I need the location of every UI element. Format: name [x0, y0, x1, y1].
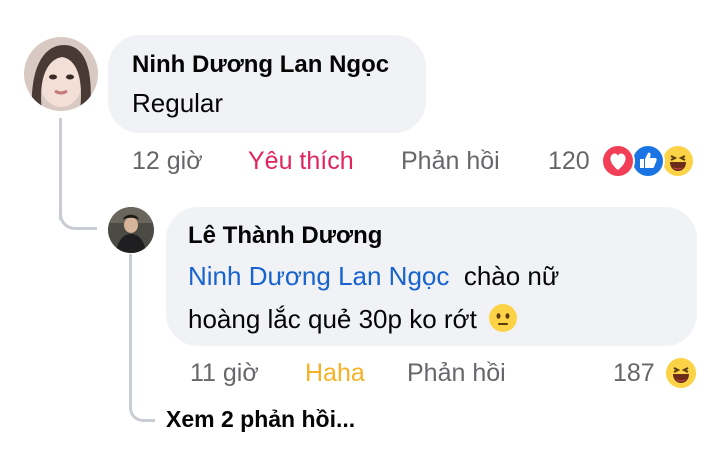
love-reaction-button[interactable]: Yêu thích [248, 147, 354, 176]
comment-author[interactable]: Ninh Dương Lan Ngọc [132, 51, 389, 79]
comment-bubble: Ninh Dương Lan Ngọc Regular [108, 35, 426, 133]
comment-bubble: Lê Thành Dương Ninh Dương Lan Ngọc chào … [166, 207, 697, 346]
avatar[interactable] [24, 37, 98, 111]
view-replies-link[interactable]: Xem 2 phản hồi... [166, 406, 355, 433]
avatar[interactable] [108, 207, 154, 253]
comment-text: hoàng lắc quẻ 30p ko rớt [188, 304, 477, 334]
like-reaction-icon [631, 144, 665, 178]
comment-text-line: hoàng lắc quẻ 30p ko rớt [188, 303, 518, 335]
neutral-face-emoji-icon [488, 303, 518, 333]
comment-text: Regular [132, 88, 224, 118]
thread-line-curve [59, 200, 97, 230]
comment-text: chào nữ [463, 261, 560, 291]
comment-timestamp[interactable]: 12 giờ [132, 147, 203, 176]
mention-link[interactable]: Ninh Dương Lan Ngọc [188, 261, 449, 291]
reply-button[interactable]: Phản hồi [401, 147, 500, 176]
thread-line-curve [129, 392, 155, 422]
haha-reaction-icon [664, 356, 698, 390]
reply-button[interactable]: Phản hồi [407, 359, 506, 388]
love-reaction-icon [601, 144, 635, 178]
reaction-count[interactable]: 187 [613, 359, 655, 388]
comment-timestamp[interactable]: 11 giờ [190, 359, 259, 388]
comment-text-line: Ninh Dương Lan Ngọc chào nữ [188, 261, 559, 292]
reaction-count[interactable]: 120 [548, 147, 590, 176]
haha-reaction-icon [661, 144, 695, 178]
comment-author[interactable]: Lê Thành Dương [188, 222, 382, 250]
haha-reaction-button[interactable]: Haha [305, 359, 365, 388]
thread-line [129, 254, 132, 394]
